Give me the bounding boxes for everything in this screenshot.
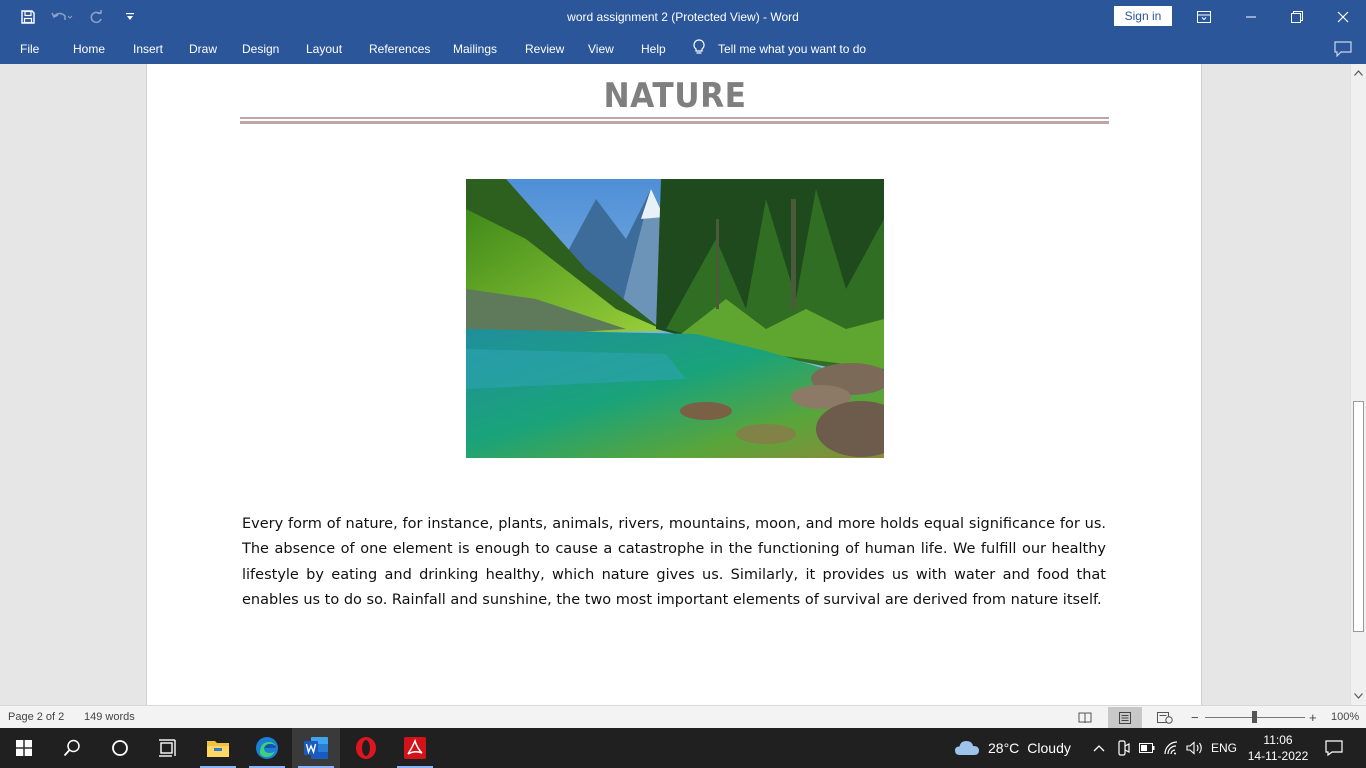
heading-border-top xyxy=(240,117,1109,119)
weather-condition: Cloudy xyxy=(1027,740,1071,756)
page-info[interactable]: Page 2 of 2 xyxy=(8,706,64,729)
taskbar: 28°C Cloudy ENG 11:06 14-11-2022 xyxy=(0,728,1366,768)
undo-icon[interactable] xyxy=(45,0,79,33)
ribbon-tabs: File Home Insert Draw Design Layout Refe… xyxy=(0,33,1366,64)
tab-layout[interactable]: Layout xyxy=(306,33,342,64)
opera-icon[interactable] xyxy=(342,728,390,768)
tab-insert[interactable]: Insert xyxy=(133,33,163,64)
system-clock[interactable]: 11:06 14-11-2022 xyxy=(1244,732,1312,764)
quick-access-toolbar xyxy=(0,0,147,33)
save-icon[interactable] xyxy=(11,0,45,33)
document-heading: NATURE xyxy=(603,76,747,116)
windows-start-icon[interactable] xyxy=(0,728,48,768)
tell-me-search[interactable]: Tell me what you want to do xyxy=(692,33,866,64)
mountain-lake-forest-photo[interactable] xyxy=(466,179,884,458)
language-indicator[interactable]: ENG xyxy=(1208,728,1240,768)
volume-icon[interactable] xyxy=(1184,728,1206,768)
word-count[interactable]: 149 words xyxy=(84,706,135,729)
file-explorer-icon[interactable] xyxy=(194,728,242,768)
tab-file[interactable]: File xyxy=(20,33,39,64)
tab-design[interactable]: Design xyxy=(242,33,279,64)
meet-now-icon[interactable] xyxy=(1112,728,1134,768)
zoom-in-button[interactable]: + xyxy=(1309,706,1317,729)
close-icon[interactable] xyxy=(1320,0,1366,33)
tab-view[interactable]: View xyxy=(588,33,614,64)
zoom-slider-thumb[interactable] xyxy=(1252,711,1257,723)
restore-icon[interactable] xyxy=(1274,0,1320,33)
status-bar: Page 2 of 2 149 words − + 100% xyxy=(0,705,1366,728)
tab-draw[interactable]: Draw xyxy=(189,33,217,64)
document-page[interactable]: NATURE Every form of nature, for instanc… xyxy=(146,64,1202,705)
ribbon-display-options-icon[interactable] xyxy=(1181,0,1227,33)
task-view-icon[interactable] xyxy=(144,728,192,768)
tell-me-label: Tell me what you want to do xyxy=(718,41,867,56)
comment-icon[interactable] xyxy=(1334,41,1352,58)
acrobat-icon[interactable] xyxy=(391,728,439,768)
tab-home[interactable]: Home xyxy=(73,33,105,64)
chevron-up-icon[interactable] xyxy=(1089,728,1109,768)
print-layout-icon[interactable] xyxy=(1108,707,1142,728)
scroll-down-icon[interactable] xyxy=(1351,689,1366,703)
notification-icon[interactable] xyxy=(1318,728,1350,768)
cloud-icon xyxy=(954,738,980,759)
word-icon[interactable] xyxy=(292,728,340,768)
zoom-out-button[interactable]: − xyxy=(1191,706,1199,729)
minimize-icon[interactable] xyxy=(1228,0,1274,33)
clock-time: 11:06 xyxy=(1263,733,1293,747)
tab-references[interactable]: References xyxy=(369,33,430,64)
heading-border-bottom xyxy=(240,121,1109,124)
scrollbar-thumb[interactable] xyxy=(1353,401,1364,632)
zoom-level[interactable]: 100% xyxy=(1331,706,1359,729)
sign-in-button[interactable]: Sign in xyxy=(1114,6,1172,26)
web-layout-icon[interactable] xyxy=(1148,707,1182,728)
scroll-up-icon[interactable] xyxy=(1351,66,1366,80)
tab-help[interactable]: Help xyxy=(641,33,666,64)
battery-icon[interactable] xyxy=(1136,728,1158,768)
edge-icon[interactable] xyxy=(243,728,291,768)
title-bar: word assignment 2 (Protected View) - Wor… xyxy=(0,0,1366,33)
redo-icon[interactable] xyxy=(79,0,113,33)
tab-review[interactable]: Review xyxy=(525,33,564,64)
clock-date: 14-11-2022 xyxy=(1247,749,1309,763)
cortana-icon[interactable] xyxy=(96,728,144,768)
read-mode-icon[interactable] xyxy=(1068,707,1102,728)
weather-temperature: 28°C xyxy=(988,740,1020,756)
body-paragraph: Every form of nature, for instance, plan… xyxy=(242,516,1106,608)
search-icon[interactable] xyxy=(48,728,96,768)
customize-qat-icon[interactable] xyxy=(113,0,147,33)
lightbulb-icon xyxy=(692,39,706,58)
vertical-scrollbar[interactable] xyxy=(1350,64,1366,705)
wifi-icon[interactable] xyxy=(1160,728,1182,768)
document-area[interactable]: NATURE Every form of nature, for instanc… xyxy=(0,64,1350,705)
weather-widget[interactable]: 28°C Cloudy xyxy=(954,728,1071,768)
tab-mailings[interactable]: Mailings xyxy=(453,33,497,64)
